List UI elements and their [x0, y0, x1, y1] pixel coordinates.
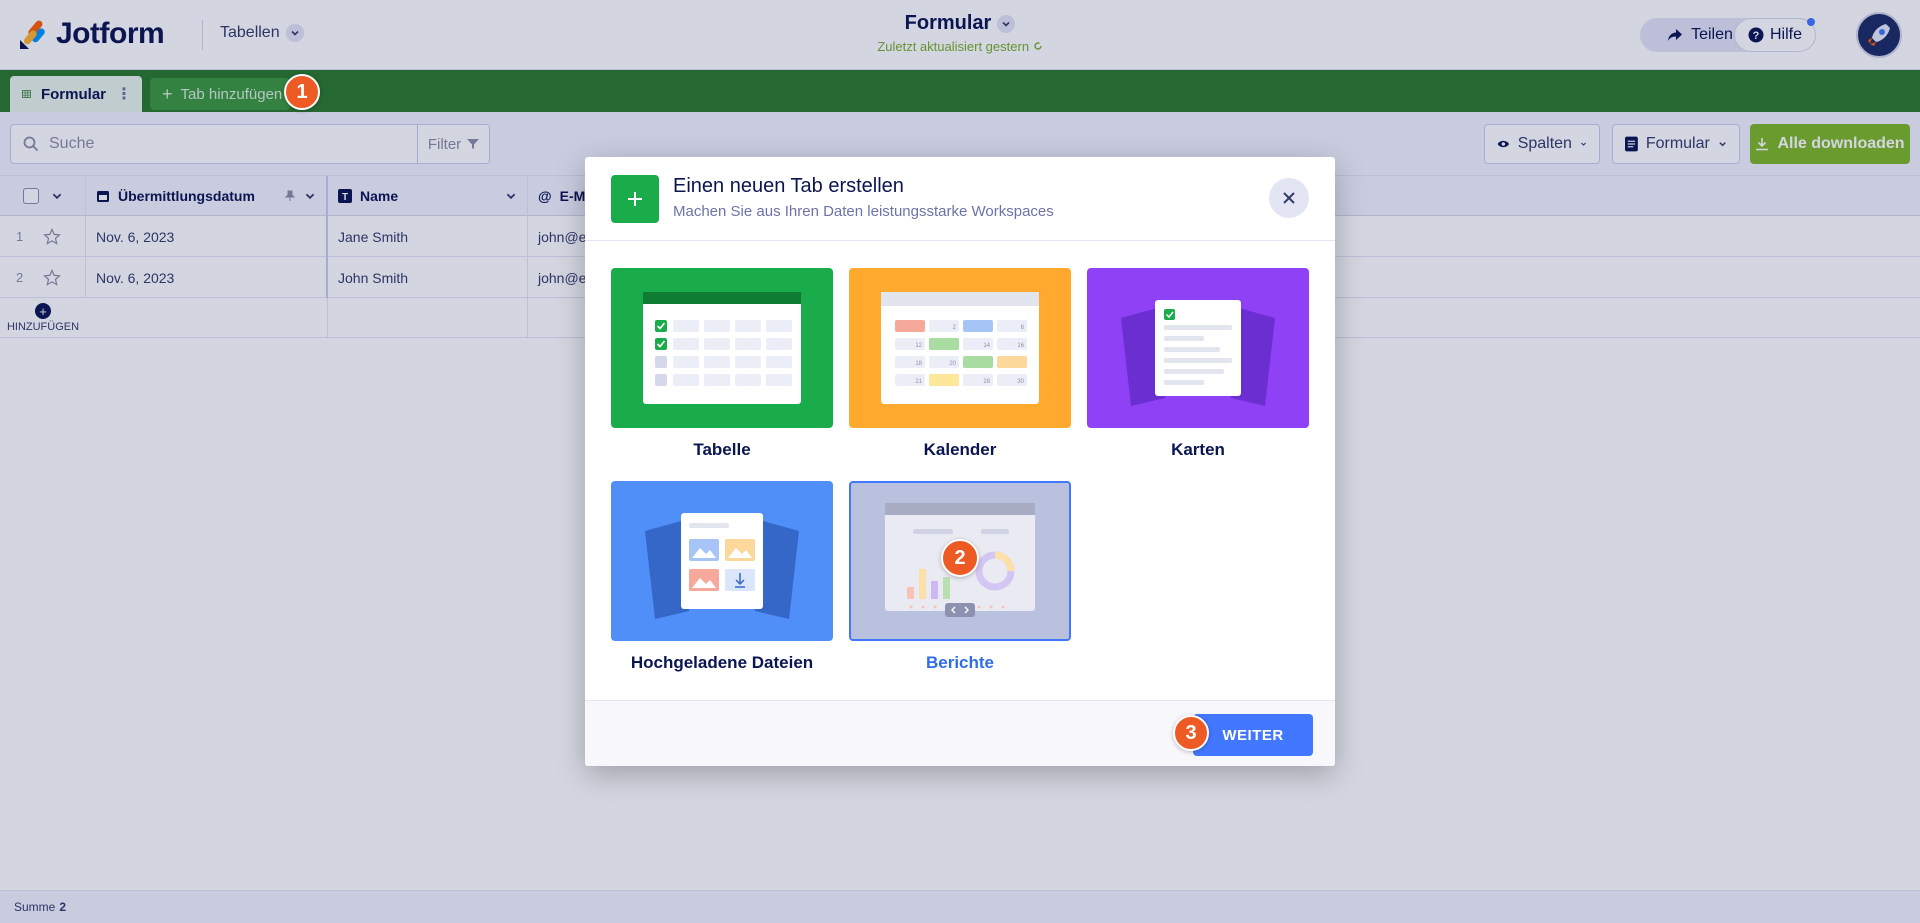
calendar-day-number: 18	[915, 361, 922, 367]
option-table-label: Tabelle	[693, 440, 751, 459]
step-marker-2: 2	[941, 539, 979, 577]
option-table-card[interactable]	[611, 268, 833, 428]
step-marker-1: 1	[284, 74, 320, 110]
step-marker-3: 3	[1173, 715, 1209, 751]
option-table[interactable]: Tabelle	[611, 268, 833, 460]
option-calendar-label: Kalender	[923, 440, 997, 459]
calendar-illustration-icon: 2 6 12 14 16 18 20 21 28 30	[881, 292, 1039, 404]
option-uploads-card[interactable]	[611, 481, 833, 641]
option-uploads-label: Hochgeladene Dateien	[630, 653, 814, 672]
dialog-subtitle: Machen Sie aus Ihren Daten leistungsstar…	[673, 203, 1054, 220]
option-cards[interactable]: Karten	[1087, 268, 1309, 460]
calendar-day-number: 12	[915, 343, 922, 349]
cards-illustration-icon	[1121, 300, 1275, 406]
option-calendar[interactable]: 2 6 12 14 16 18 20 21 28 30 Kalender	[849, 268, 1071, 460]
calendar-day-number: 21	[915, 379, 922, 385]
option-uploads[interactable]: Hochgeladene Dateien	[611, 481, 833, 673]
calendar-day-number: 16	[1017, 343, 1024, 349]
close-button[interactable]	[1269, 178, 1309, 218]
uploads-illustration-icon	[645, 513, 799, 619]
option-cards-label: Karten	[1171, 440, 1225, 459]
dialog-header: Einen neuen Tab erstellen Machen Sie aus…	[585, 157, 1335, 241]
option-calendar-card[interactable]: 2 6 12 14 16 18 20 21 28 30	[849, 268, 1071, 428]
option-reports-label: Berichte	[925, 653, 995, 672]
dialog-title: Einen neuen Tab erstellen	[673, 175, 904, 197]
next-button[interactable]: WEITER	[1193, 714, 1313, 756]
table-illustration-icon	[643, 292, 801, 404]
option-reports[interactable]: Berichte	[849, 481, 1071, 673]
dialog-footer: WEITER 3	[585, 700, 1335, 766]
calendar-day-number: 28	[983, 379, 990, 385]
close-icon	[1283, 192, 1295, 204]
calendar-day-number: 30	[1017, 379, 1024, 385]
option-cards-card[interactable]	[1087, 268, 1309, 428]
new-tab-dialog: Einen neuen Tab erstellen Machen Sie aus…	[585, 157, 1335, 766]
plus-icon	[611, 175, 659, 223]
calendar-day-number: 20	[949, 361, 956, 367]
calendar-day-number: 14	[983, 343, 990, 349]
